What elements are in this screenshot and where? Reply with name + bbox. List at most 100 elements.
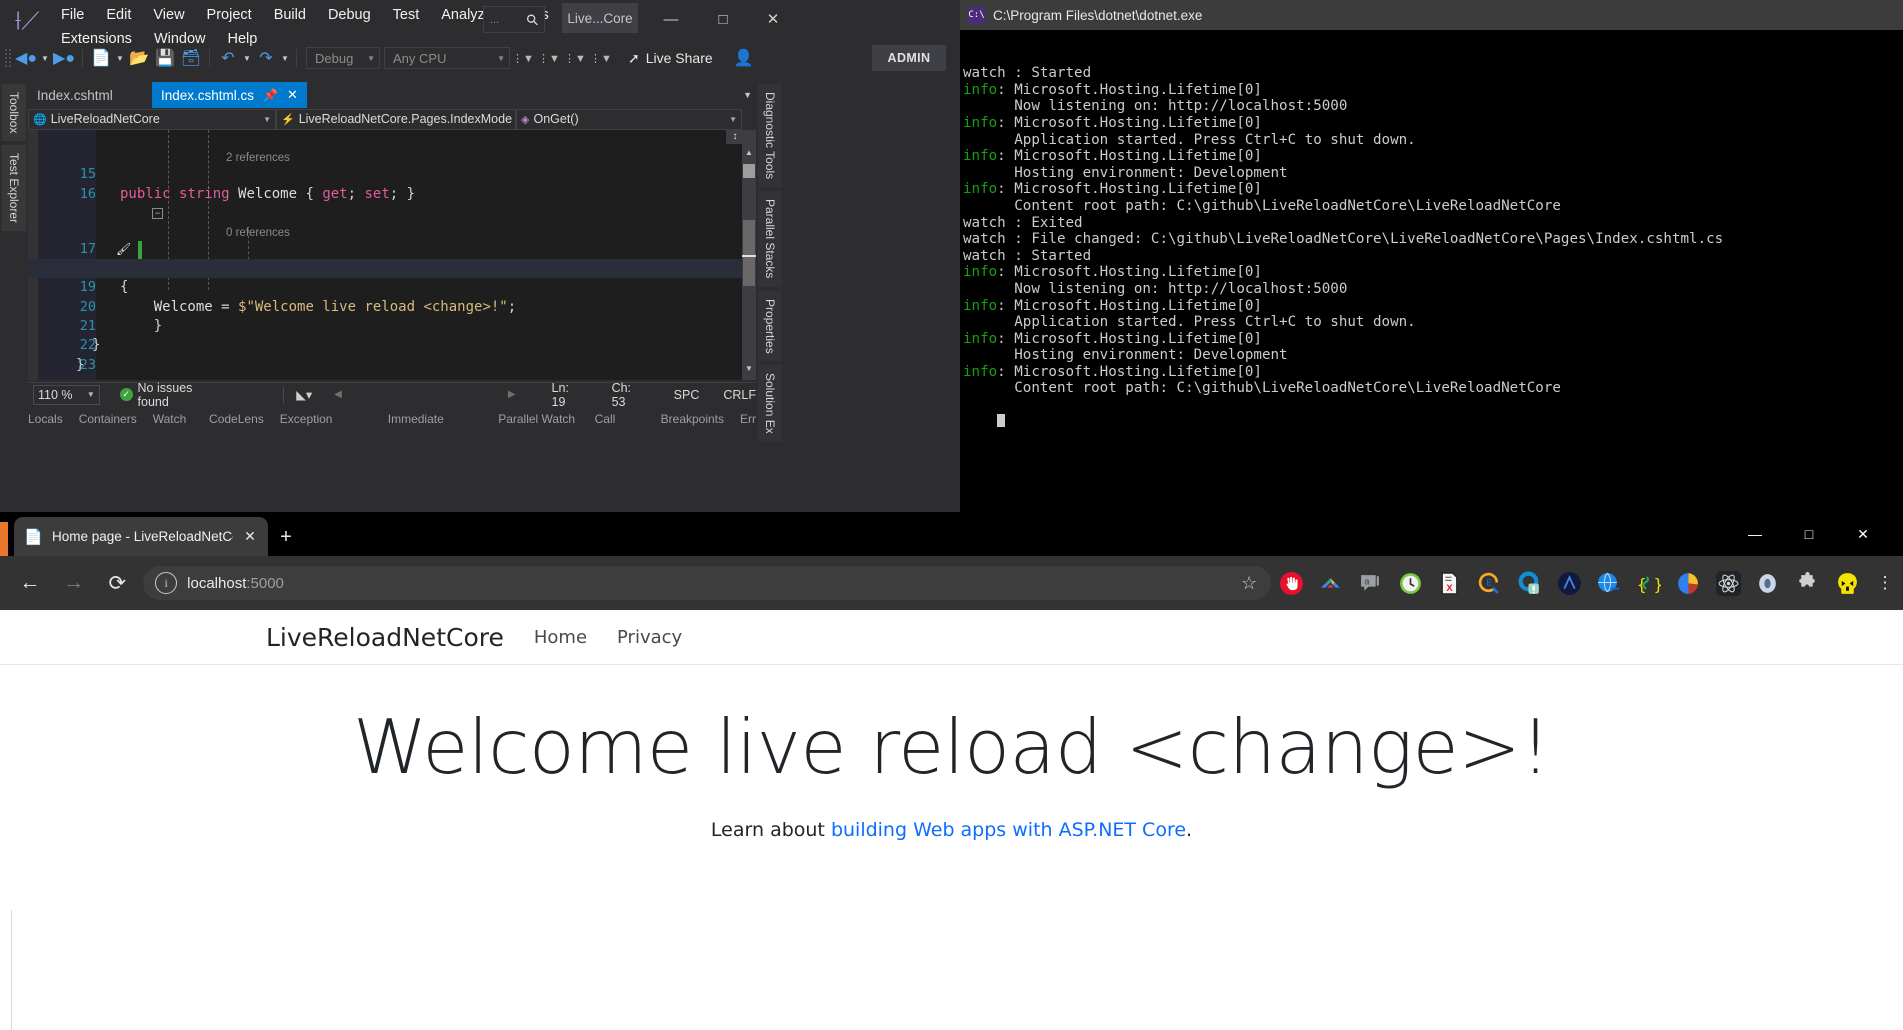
address-bar[interactable]: i localhost:5000 ☆ (143, 566, 1272, 600)
site-brand[interactable]: LiveReloadNetCore (266, 623, 504, 652)
navigate-back-icon[interactable]: ◀● (13, 45, 39, 71)
browser-minimize-button[interactable]: — (1732, 518, 1778, 550)
bookmark-star-icon[interactable]: ☆ (1241, 573, 1259, 594)
back-button[interactable]: ← (8, 561, 52, 605)
step-icon-2[interactable]: ⋮▼ (536, 45, 562, 71)
search-orange-icon[interactable]: E (1470, 561, 1510, 605)
tab-close-icon[interactable]: ✕ (242, 528, 258, 545)
tab-index-cshtml-cs[interactable]: Index.cshtml.cs 📌 ✕ (152, 82, 307, 108)
editor-vertical-scrollbar[interactable]: ▲ ▼ (742, 130, 756, 380)
save-all-icon[interactable]: 🗃 (178, 45, 204, 71)
browser-tab[interactable]: 📄 Home page - LiveReloadNetCore ✕ (14, 517, 268, 556)
new-item-icon[interactable]: 📄 (88, 45, 114, 71)
platform-dropdown[interactable]: Any CPU ▼ (384, 47, 510, 69)
navigate-forward-icon[interactable]: ▶● (51, 45, 77, 71)
menu-build[interactable]: Build (263, 3, 317, 27)
line-endings[interactable]: CRLF (723, 388, 756, 402)
panel-tab-breakpoints[interactable]: Breakpoints (661, 412, 724, 428)
yellow-skull-icon[interactable] (1827, 561, 1867, 605)
redo-caret-icon[interactable]: ▼ (279, 45, 291, 71)
browser-close-button[interactable]: ✕ (1840, 518, 1886, 550)
forward-button[interactable]: → (52, 561, 96, 605)
step-icon-1[interactable]: ⋮▼ (510, 45, 536, 71)
menu-debug[interactable]: Debug (317, 3, 382, 27)
filter-icon[interactable]: ◣▾ (296, 387, 312, 402)
indent-mode[interactable]: SPC (674, 388, 700, 402)
aspnet-docs-link[interactable]: building Web apps with ASP.NET Core (831, 819, 1186, 841)
sidebar-item-test-explorer[interactable]: Test Explorer (2, 145, 26, 232)
reload-button[interactable]: ⟳ (95, 561, 139, 605)
pie-chart-icon[interactable] (1669, 561, 1709, 605)
save-icon[interactable]: 💾 (152, 45, 178, 71)
zoom-level-dropdown[interactable]: 110 % ▼ (33, 384, 100, 405)
panel-tab-immediate-window[interactable]: Immediate Window (388, 412, 482, 428)
redo-icon[interactable]: ↷ (253, 45, 279, 71)
nav-link-home[interactable]: Home (534, 627, 587, 648)
scroll-left-icon[interactable]: ◀ (334, 389, 342, 400)
navbar-member-dropdown[interactable]: ◈ OnGet() ▼ (516, 108, 742, 130)
sidebar-item-solution-explorer[interactable]: Solution Ex (758, 365, 782, 442)
globe-blue-icon[interactable] (1589, 561, 1629, 605)
panel-tab-error-list[interactable]: Err (740, 412, 756, 428)
google-arts-icon[interactable] (1311, 561, 1351, 605)
sidebar-item-toolbox[interactable]: Toolbox (2, 84, 26, 142)
react-atom-icon[interactable] (1708, 561, 1748, 605)
feedback-person-icon[interactable]: 👤 (731, 45, 757, 71)
new-tab-button[interactable]: + (272, 524, 300, 550)
stop-hand-icon[interactable] (1271, 561, 1311, 605)
menu-view[interactable]: View (142, 3, 195, 27)
scroll-up-arrow-icon[interactable]: ▲ (742, 146, 756, 160)
undo-caret-icon[interactable]: ▼ (241, 45, 253, 71)
nav-link-privacy[interactable]: Privacy (617, 627, 682, 648)
undo-icon[interactable]: ↶ (215, 45, 241, 71)
document-x-icon[interactable]: X (1430, 561, 1470, 605)
torus-icon[interactable] (1748, 561, 1788, 605)
editor-split-handle[interactable]: ↕ (726, 130, 744, 144)
json-snake-icon[interactable]: {} (1629, 561, 1669, 605)
panel-tab-codelens[interactable]: CodeLens (209, 412, 264, 428)
sidebar-item-diagnostic-tools[interactable]: Diagnostic Tools (758, 84, 782, 188)
vs-close-button[interactable]: ✕ (750, 4, 796, 34)
menu-edit[interactable]: Edit (95, 3, 142, 27)
scroll-down-arrow-icon[interactable]: ▼ (742, 362, 756, 376)
grammar-quote-icon[interactable]: a (1351, 561, 1391, 605)
open-file-icon[interactable]: 📂 (126, 45, 152, 71)
step-icon-3[interactable]: ⋮▼ (562, 45, 588, 71)
codelens-15[interactable]: 2 references (28, 130, 756, 164)
pin-icon[interactable]: 📌 (263, 88, 278, 102)
browser-menu-button[interactable]: ⋮ (1867, 561, 1903, 605)
panel-tab-call-stack[interactable]: Call Stack (595, 412, 645, 428)
panel-tab-locals[interactable]: Locals (28, 412, 63, 428)
panel-tab-containers[interactable]: Containers (79, 412, 137, 428)
puzzle-piece-icon[interactable] (1788, 561, 1828, 605)
navbar-project-dropdown[interactable]: 🌐 LiveReloadNetCore ▼ (28, 108, 276, 130)
issues-status[interactable]: ✓ No issues found (119, 381, 225, 409)
sidebar-item-parallel-stacks[interactable]: Parallel Stacks (758, 191, 782, 287)
codelens-17[interactable]: 0 references (28, 205, 756, 239)
dark-circle-a-icon[interactable] (1549, 561, 1589, 605)
step-icon-4[interactable]: ⋮▼ (588, 45, 614, 71)
live-share-button[interactable]: ➚ Live Share (628, 50, 713, 67)
panel-tab-parallel-watch-1[interactable]: Parallel Watch 1 (498, 412, 578, 428)
menu-file[interactable]: File (50, 3, 95, 27)
vs-maximize-button[interactable]: □ (700, 4, 746, 34)
tab-index-cshtml[interactable]: Index.cshtml (28, 82, 122, 108)
site-info-icon[interactable]: i (155, 572, 178, 594)
clock-green-icon[interactable] (1390, 561, 1430, 605)
code-editor[interactable]: 🖌 − 2 references 15 public string Welcom… (28, 130, 756, 380)
panel-tab-exception-settings[interactable]: Exception Settings (280, 412, 372, 428)
build-configuration-dropdown[interactable]: Debug ▼ (306, 47, 380, 69)
blue-ring-icon[interactable] (1510, 561, 1550, 605)
vs-minimize-button[interactable]: — (648, 4, 694, 34)
menu-test[interactable]: Test (382, 3, 431, 27)
scroll-thumb[interactable] (743, 220, 755, 286)
scroll-right-icon[interactable]: ▶ (508, 389, 516, 400)
tab-overflow-chevron-icon[interactable]: ▼ (743, 90, 752, 100)
navbar-type-dropdown[interactable]: ⚡ LiveReloadNetCore.Pages.IndexMode ▼ (276, 108, 516, 130)
close-icon[interactable]: ✕ (287, 87, 298, 103)
sidebar-item-properties[interactable]: Properties (758, 290, 782, 362)
vs-search-box[interactable]: ... ⚲ (483, 6, 545, 33)
browser-maximize-button[interactable]: □ (1786, 518, 1832, 550)
navigate-back-caret-icon[interactable]: ▼ (39, 45, 51, 71)
console-output[interactable]: watch : Started info: Microsoft.Hosting.L… (960, 30, 1903, 512)
